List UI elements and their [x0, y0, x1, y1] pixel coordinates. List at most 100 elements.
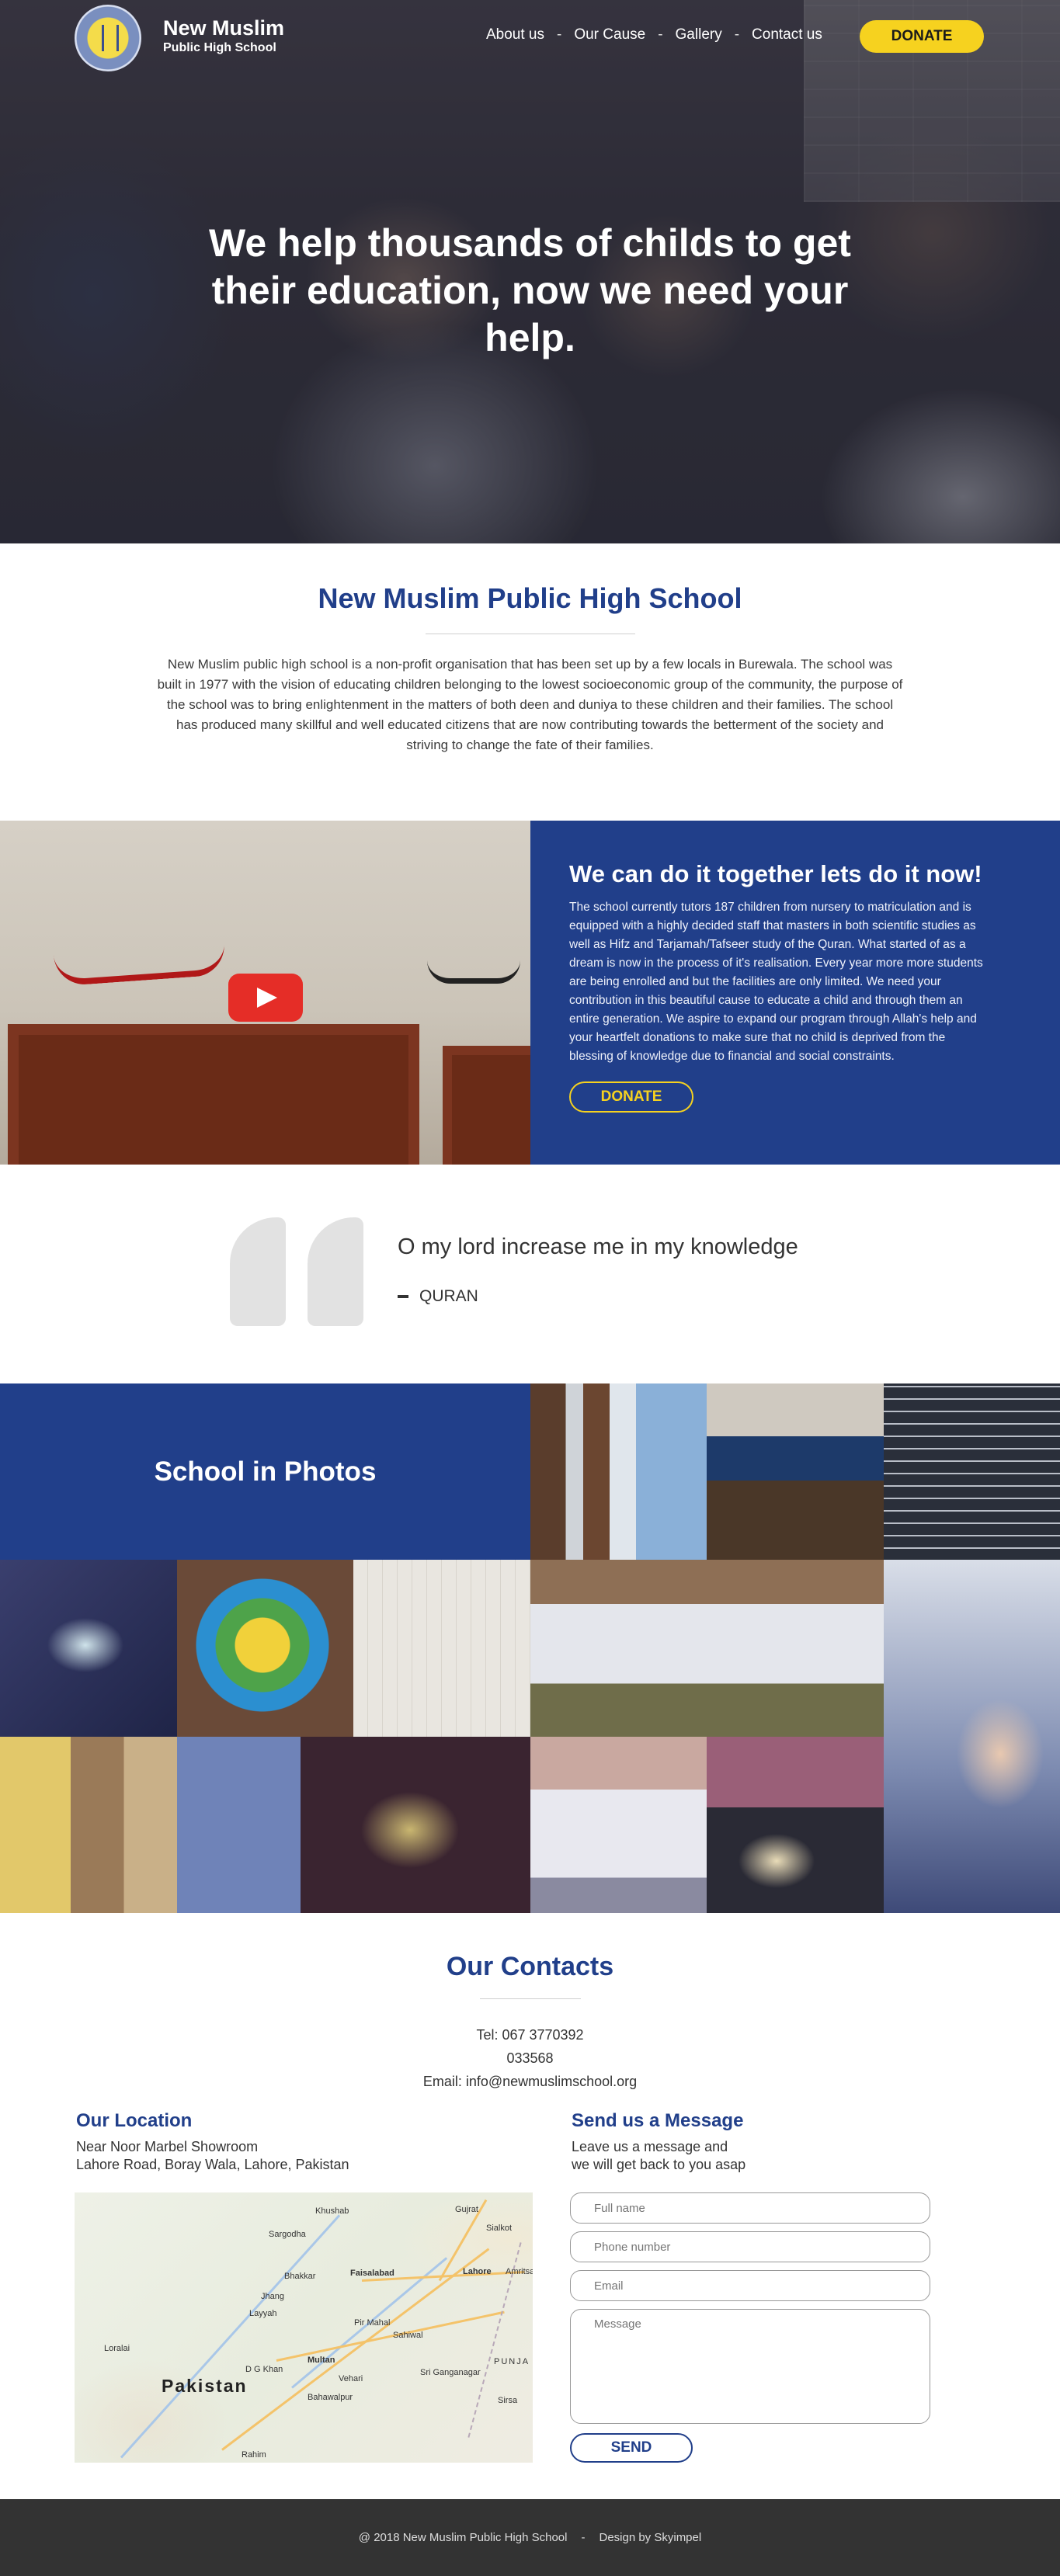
map-river — [120, 2214, 341, 2459]
message-line2: we will get back to you asap — [572, 2157, 746, 2172]
video-wall-writing — [53, 939, 227, 987]
gallery-photo[interactable] — [884, 1383, 1060, 1560]
quote-mark-icon — [230, 1217, 370, 1326]
map-label: Multan — [308, 2356, 335, 2365]
header-donate-button[interactable]: DONATE — [860, 20, 984, 53]
nav-contact-us[interactable]: Contact us — [752, 26, 822, 43]
map-country-label: Pakistan — [162, 2376, 248, 2396]
map-label: Jhang — [261, 2292, 284, 2301]
gallery-photo[interactable] — [530, 1383, 707, 1560]
map-label: Bahawalpur — [308, 2393, 353, 2402]
location-title: Our Location — [76, 2110, 193, 2131]
map-label: Sargodha — [269, 2230, 306, 2239]
location-line2: Lahore Road, Boray Wala, Lahore, Pakista… — [76, 2157, 349, 2172]
gallery-photo[interactable] — [530, 1560, 884, 1737]
contact-tel: Tel: 067 3770392 — [476, 2027, 584, 2043]
gallery-photo[interactable] — [0, 1737, 177, 1913]
school-logo[interactable] — [75, 5, 141, 71]
map-label: Sialkot — [486, 2224, 513, 2233]
quote-text: O my lord increase me in my knowledge — [398, 1234, 798, 1259]
map-label: Gujrat — [455, 2205, 478, 2214]
email-field[interactable] — [570, 2270, 930, 2301]
contact-mobile: 033568 — [506, 2050, 554, 2066]
contacts-section: Our Contacts Tel: 067 3770392 033568 Ema… — [0, 1913, 1060, 2499]
cause-donate-button[interactable]: DONATE — [569, 1081, 693, 1113]
hero-section: New Muslim Public High School About us -… — [0, 0, 1060, 543]
quote-source-label: QURAN — [419, 1287, 478, 1305]
map-label: Sirsa — [498, 2396, 518, 2405]
full-name-field[interactable] — [570, 2192, 930, 2224]
message-title: Send us a Message — [572, 2110, 744, 2131]
intro-title: New Muslim Public High School — [318, 582, 742, 614]
nav-separator: - — [557, 26, 562, 43]
map-road — [221, 2248, 490, 2451]
gallery-photo[interactable] — [530, 1737, 707, 1913]
message-field[interactable] — [570, 2309, 930, 2424]
video-door — [443, 1046, 530, 1165]
brand-line1: New Muslim — [163, 16, 285, 40]
contacts-divider — [480, 1998, 581, 1999]
gallery-photo[interactable] — [353, 1560, 530, 1737]
cause-text: The school currently tutors 187 children… — [569, 901, 983, 1063]
nav-separator: - — [734, 26, 740, 43]
message-line1: Leave us a message and — [572, 2139, 728, 2154]
map-label: Amritsar — [506, 2267, 533, 2276]
quote-source: QURAN — [398, 1287, 478, 1306]
cause-panel: We can do it together lets do it now! Th… — [530, 821, 1060, 1165]
gallery-photo[interactable] — [177, 1560, 353, 1737]
intro-section: New Muslim Public High School New Muslim… — [0, 543, 1060, 821]
footer-copyright: @ 2018 New Muslim Public High School — [358, 2531, 568, 2544]
map-label: Lahore — [463, 2267, 492, 2276]
intro-text: New Muslim public high school is a non-p… — [157, 657, 903, 752]
location-line1: Near Noor Marbel Showroom — [76, 2139, 259, 2154]
gallery-photo[interactable] — [884, 1560, 1060, 1913]
cause-section: We can do it together lets do it now! Th… — [0, 821, 1060, 1165]
map-label: Bhakkar — [284, 2272, 316, 2281]
message-subtitle: Leave us a message and we will get back … — [572, 2138, 745, 2174]
play-icon[interactable] — [228, 974, 303, 1022]
gallery-photo[interactable] — [707, 1737, 884, 1913]
map-road — [276, 2310, 505, 2362]
send-button[interactable]: SEND — [570, 2433, 693, 2463]
map-label: D G Khan — [245, 2365, 283, 2374]
map-label: Rahim — [242, 2450, 266, 2460]
gallery-photo[interactable] — [177, 1737, 530, 1913]
map-label: Khushab — [315, 2206, 349, 2216]
location-map[interactable]: Khushab Gujrat Sialkot Sargodha Faisalab… — [75, 2192, 533, 2463]
video-door — [8, 1024, 419, 1165]
nav-separator: - — [658, 26, 663, 43]
gallery-section: School in Photos — [0, 1383, 1060, 1913]
brand-name[interactable]: New Muslim Public High School — [163, 16, 284, 56]
contact-email[interactable]: Email: info@newmuslimschool.org — [0, 2074, 1060, 2090]
main-nav: About us - Our Cause - Gallery - Contact… — [486, 26, 822, 43]
site-footer: @ 2018 New Muslim Public High School - D… — [0, 2499, 1060, 2576]
hero-title: We help thousands of childs to get their… — [209, 221, 851, 359]
site-header: New Muslim Public High School About us -… — [0, 0, 1060, 75]
phone-field[interactable] — [570, 2231, 930, 2262]
map-label: Vehari — [339, 2374, 363, 2383]
map-label: Sahiwal — [393, 2331, 423, 2340]
map-label: Pir Mahal — [354, 2318, 391, 2328]
map-label: Faisalabad — [350, 2269, 394, 2278]
cause-title: We can do it together lets do it now! — [569, 860, 982, 887]
quote-section: O my lord increase me in my knowledge QU… — [0, 1165, 1060, 1383]
nav-about-us[interactable]: About us — [486, 26, 544, 43]
gallery-photo[interactable] — [0, 1560, 177, 1737]
map-label: Layyah — [249, 2309, 277, 2318]
contacts-title: Our Contacts — [446, 1952, 614, 1981]
video-player[interactable] — [0, 821, 530, 1165]
nav-gallery[interactable]: Gallery — [676, 26, 722, 43]
gallery-title: School in Photos — [154, 1456, 377, 1487]
map-label: Sri Ganganagar — [420, 2368, 481, 2377]
footer-credit[interactable]: Design by Skyimpel — [599, 2531, 701, 2544]
location-address: Near Noor Marbel Showroom Lahore Road, B… — [76, 2138, 349, 2174]
gallery-photo[interactable] — [707, 1383, 884, 1560]
brand-line2: Public High School — [163, 41, 276, 54]
gallery-title-block: School in Photos — [0, 1383, 530, 1560]
map-label: Loralai — [104, 2344, 130, 2353]
map-label: PUNJA — [494, 2357, 530, 2366]
quote-dash — [398, 1295, 408, 1298]
footer-separator: - — [581, 2531, 586, 2544]
video-wall-writing — [427, 953, 520, 984]
nav-our-cause[interactable]: Our Cause — [574, 26, 645, 43]
